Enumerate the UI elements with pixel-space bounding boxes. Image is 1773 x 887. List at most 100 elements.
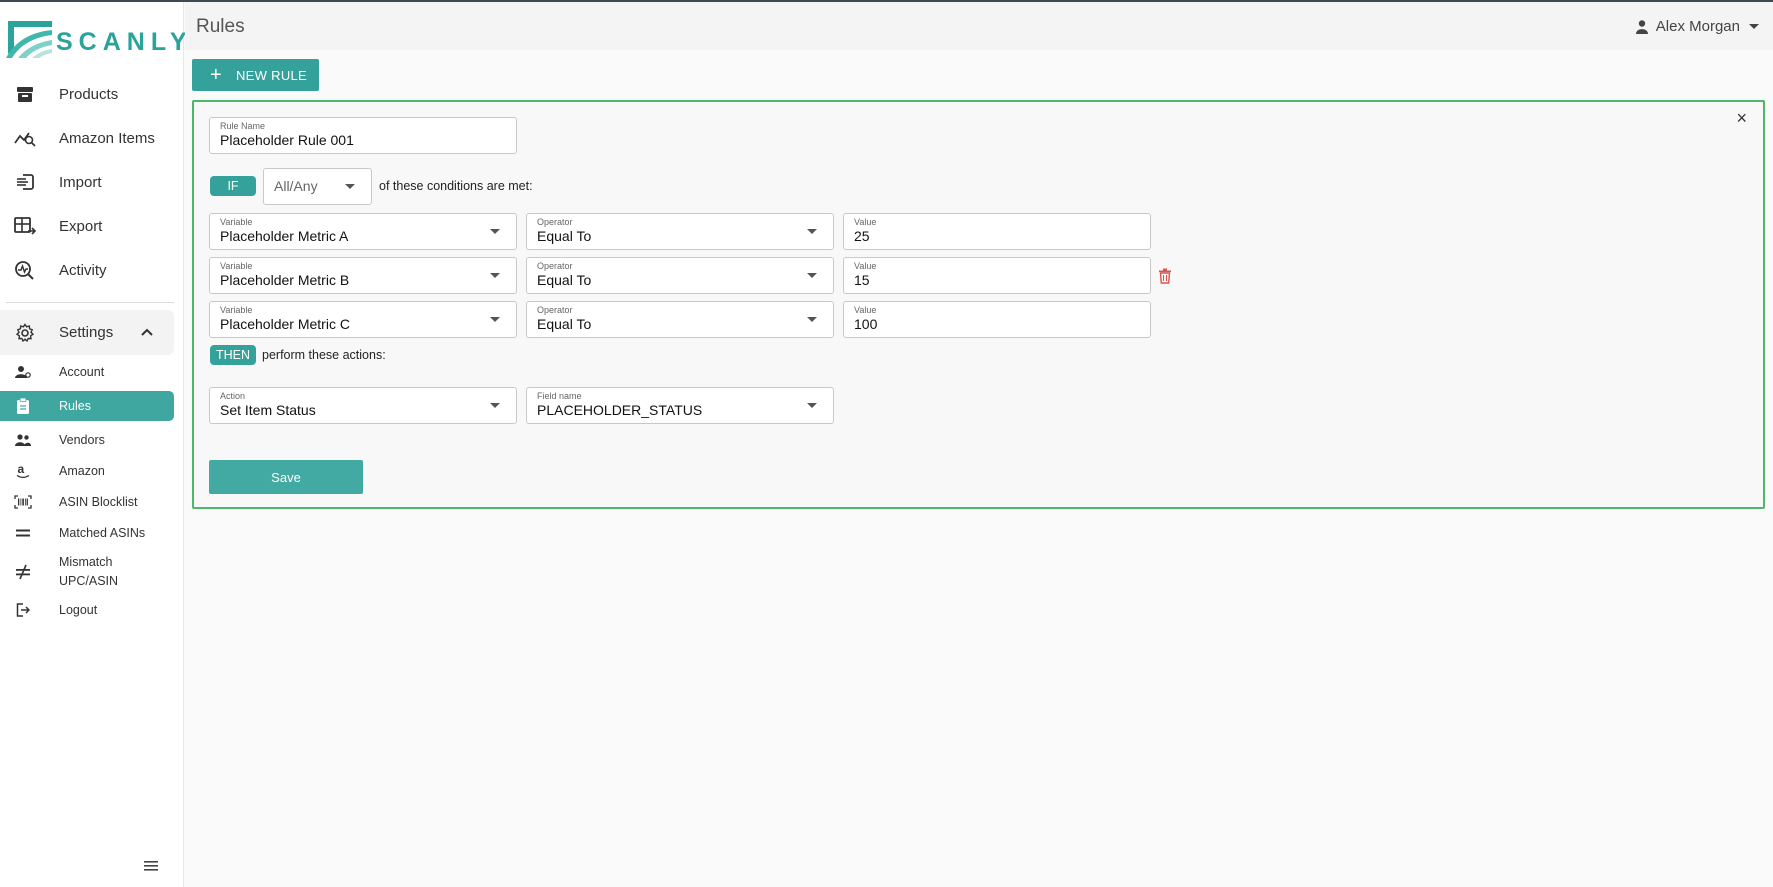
field-label: Value: [854, 217, 877, 227]
sidebar-item-mismatch-upc-asin[interactable]: Mismatch UPC/ASIN: [0, 552, 174, 592]
field-value: Placeholder Metric C: [220, 316, 350, 332]
chevron-down-icon: [807, 273, 817, 278]
chevron-down-icon: [490, 317, 500, 322]
caret-down-icon: [1749, 24, 1759, 29]
save-button[interactable]: Save: [209, 460, 363, 494]
if-badge: IF: [210, 176, 256, 196]
table-export-icon: [14, 215, 36, 237]
settings-label: Settings: [59, 324, 114, 341]
clipboard-icon: [14, 397, 32, 415]
field-value: Equal To: [537, 272, 592, 288]
field-value: Placeholder Metric B: [220, 272, 350, 288]
chevron-down-icon: [807, 229, 817, 234]
sidebar-item-products[interactable]: Products: [0, 72, 184, 116]
sidebar-item-label: Activity: [59, 261, 107, 279]
condition-variable-select[interactable]: Variable Placeholder Metric B: [209, 257, 517, 294]
field-value: PLACEHOLDER_STATUS: [537, 402, 703, 418]
plus-icon: +: [210, 64, 222, 86]
sidebar-item-label: Products: [59, 85, 119, 103]
field-value: 25: [854, 228, 870, 244]
brand-logo[interactable]: SCANLY: [4, 18, 193, 60]
field-value: Set Item Status: [220, 402, 316, 418]
chevron-down-icon: [490, 403, 500, 408]
logout-icon: [14, 601, 32, 619]
field-label: Operator: [537, 217, 573, 227]
condition-variable-select[interactable]: Variable Placeholder Metric A: [209, 213, 517, 250]
sidebar-item-label: Account: [59, 365, 105, 379]
chevron-up-icon[interactable]: [140, 324, 154, 341]
field-value: Placeholder Metric A: [220, 228, 349, 244]
rule-name-field[interactable]: Rule Name Placeholder Rule 001: [209, 117, 517, 154]
barcode-icon: [14, 493, 32, 511]
people-icon: [14, 431, 32, 449]
sidebar-item-amazon[interactable]: a Amazon: [0, 459, 174, 483]
user-icon: [1635, 19, 1648, 34]
chevron-down-icon: [807, 317, 817, 322]
field-value: Equal To: [537, 316, 592, 332]
sidebar-item-label: Amazon Items: [59, 129, 155, 147]
menu-toggle-icon[interactable]: [144, 859, 158, 877]
gear-icon: [14, 322, 36, 344]
field-label: Value: [854, 305, 877, 315]
equals-icon: [14, 524, 32, 542]
page-title: Rules: [196, 16, 245, 37]
close-icon[interactable]: ×: [1736, 108, 1747, 129]
activity-search-icon: [14, 259, 36, 281]
condition-operator-select[interactable]: Operator Equal To: [526, 301, 834, 338]
top-bar: Rules Alex Morgan: [185, 2, 1773, 50]
field-label: Value: [854, 261, 877, 271]
sidebar-item-vendors[interactable]: Vendors: [0, 428, 174, 452]
field-label: Variable: [220, 217, 253, 227]
sidebar-item-label: Logout: [59, 603, 98, 617]
field-value: 100: [854, 316, 878, 332]
import-icon: [14, 171, 36, 193]
sidebar-item-activity[interactable]: Activity: [0, 248, 184, 292]
sidebar-item-settings[interactable]: Settings: [0, 310, 174, 355]
condition-value-input[interactable]: Value 100: [843, 301, 1151, 338]
then-badge: THEN: [210, 345, 256, 365]
condition-value-input[interactable]: Value 15: [843, 257, 1151, 294]
match-mode-select[interactable]: All/Any: [263, 168, 372, 205]
actions-text: perform these actions:: [262, 348, 386, 362]
app-root: SCANLY Products Amazon Items Import Expo…: [0, 0, 1773, 887]
sidebar-item-label-line2: UPC/ASIN: [59, 574, 119, 588]
sidebar-item-amazon-items[interactable]: Amazon Items: [0, 116, 184, 160]
sidebar: SCANLY Products Amazon Items Import Expo…: [0, 2, 187, 887]
sidebar-item-label: Export: [59, 217, 103, 235]
sidebar-item-label-line1: Mismatch: [59, 555, 113, 569]
field-value: 15: [854, 272, 870, 288]
svg-text:a: a: [18, 463, 25, 476]
condition-value-input[interactable]: Value 25: [843, 213, 1151, 250]
condition-operator-select[interactable]: Operator Equal To: [526, 213, 834, 250]
chevron-down-icon: [490, 273, 500, 278]
action-select[interactable]: Action Set Item Status: [209, 387, 517, 424]
conditions-text: of these conditions are met:: [379, 179, 533, 193]
sidebar-item-logout[interactable]: Logout: [0, 598, 174, 622]
sidebar-item-matched-asins[interactable]: Matched ASINs: [0, 521, 174, 545]
sidebar-main-nav: Products Amazon Items Import Export Acti…: [0, 72, 184, 292]
field-label: Operator: [537, 305, 573, 315]
new-rule-button[interactable]: + NEW RULE: [192, 59, 319, 91]
sidebar-item-asin-blocklist[interactable]: ASIN Blocklist: [0, 490, 174, 514]
field-value: Equal To: [537, 228, 592, 244]
chevron-down-icon: [345, 184, 355, 189]
field-name-select[interactable]: Field name PLACEHOLDER_STATUS: [526, 387, 834, 424]
sidebar-item-label: Mismatch UPC/ASIN: [59, 553, 118, 591]
field-label: Field name: [537, 391, 582, 401]
user-settings-icon: [14, 363, 32, 381]
user-menu[interactable]: Alex Morgan: [1635, 18, 1759, 35]
sidebar-item-account[interactable]: Account: [0, 360, 174, 384]
condition-variable-select[interactable]: Variable Placeholder Metric C: [209, 301, 517, 338]
rule-name-value: Placeholder Rule 001: [220, 132, 354, 148]
sidebar-item-label: Import: [59, 173, 102, 191]
condition-operator-select[interactable]: Operator Equal To: [526, 257, 834, 294]
sidebar-item-import[interactable]: Import: [0, 160, 184, 204]
sidebar-item-export[interactable]: Export: [0, 204, 184, 248]
sidebar-item-rules[interactable]: Rules: [0, 391, 174, 421]
delete-condition-icon[interactable]: [1158, 268, 1172, 289]
chevron-down-icon: [807, 403, 817, 408]
archive-box-icon: [14, 83, 36, 105]
rule-name-label: Rule Name: [220, 121, 266, 131]
sidebar-item-label: Vendors: [59, 433, 105, 447]
field-label: Variable: [220, 305, 253, 315]
